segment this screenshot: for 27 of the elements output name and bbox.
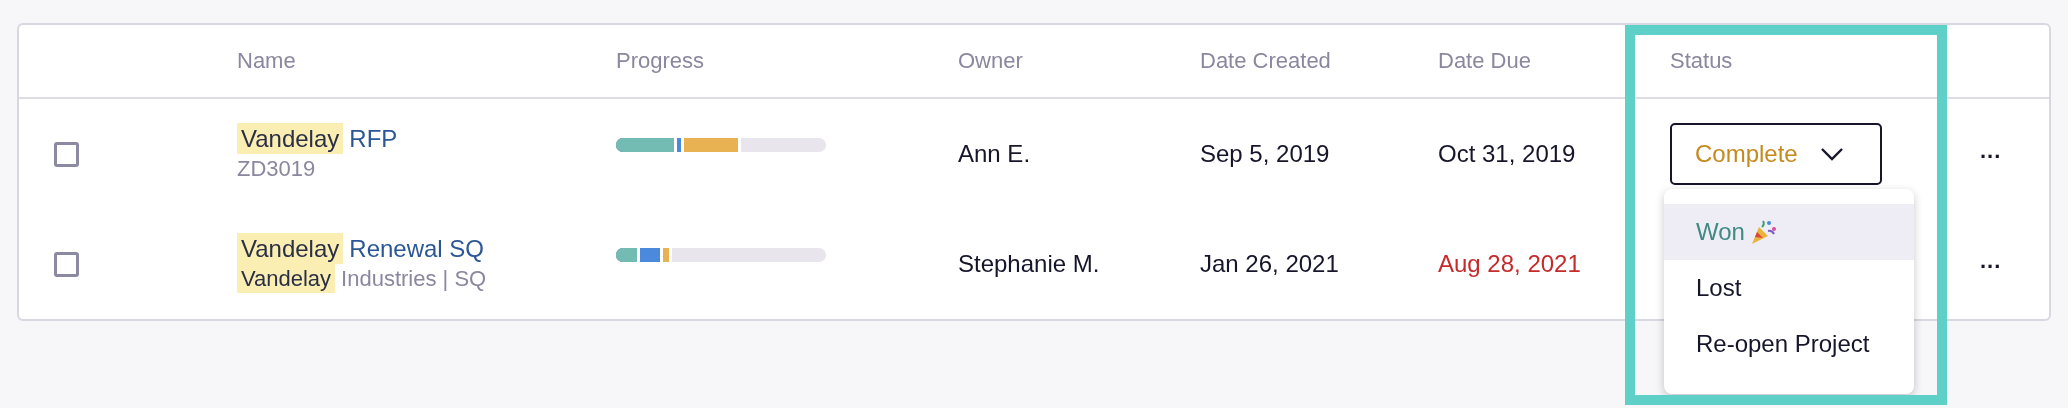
date-created: Jan 26, 2021: [1200, 250, 1339, 277]
date-created: Sep 5, 2019: [1200, 140, 1330, 167]
menu-item[interactable]: Won: [1664, 204, 1914, 260]
row-checkbox[interactable]: [54, 251, 79, 277]
column-header: Progress: [616, 48, 705, 73]
column-header: Name: [237, 48, 296, 73]
column-header: Owner: [958, 48, 1023, 73]
project-link[interactable]: Renewal SQ: [349, 235, 485, 262]
row-checkbox[interactable]: [54, 141, 79, 167]
project-subtitle: ZD3019: [237, 156, 316, 181]
project-subtitle: Industries | SQ: [341, 266, 487, 291]
chevron-down-icon: [1819, 147, 1844, 161]
more-button[interactable]: ...: [1980, 248, 2002, 274]
more-button[interactable]: ...: [1980, 138, 2002, 164]
search-highlight: Vandelay: [237, 123, 344, 154]
date-due: Oct 31, 2019: [1438, 140, 1576, 167]
owner-name: Stephanie M.: [958, 250, 1100, 277]
date-due: Aug 28, 2021: [1438, 250, 1581, 277]
project-link[interactable]: RFP: [349, 125, 398, 152]
column-header: Date Created: [1200, 48, 1331, 73]
column-header: Status: [1670, 48, 1733, 73]
column-header: Date Due: [1438, 48, 1531, 73]
menu-item[interactable]: Lost: [1664, 260, 1914, 316]
search-highlight: Vandelay: [237, 233, 344, 264]
search-highlight: Vandelay: [237, 264, 336, 293]
menu-item[interactable]: Re-open Project: [1664, 316, 1914, 372]
owner-name: Ann E.: [958, 140, 1031, 167]
